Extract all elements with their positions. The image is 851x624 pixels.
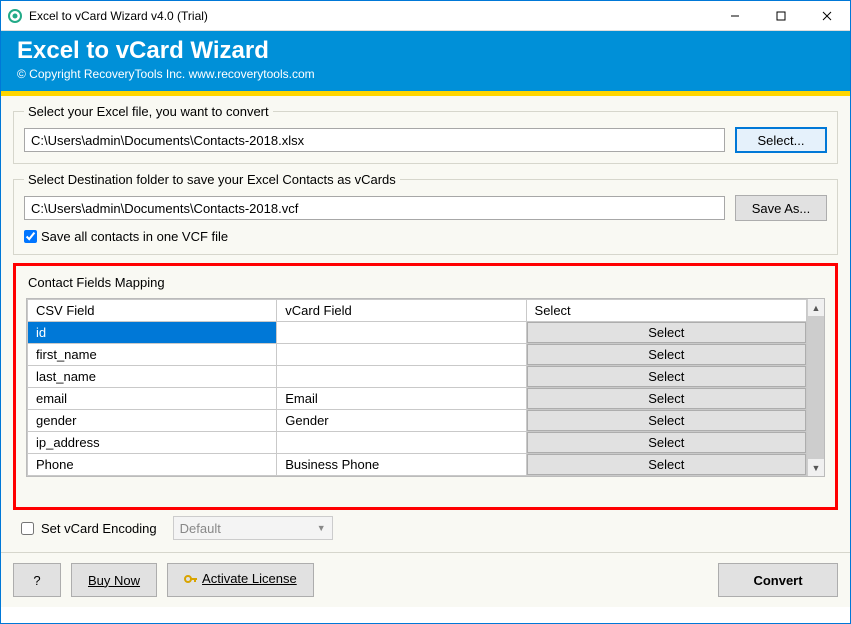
encoding-label: Set vCard Encoding <box>41 521 157 536</box>
scroll-up-icon[interactable]: ▲ <box>808 299 824 316</box>
table-row[interactable]: genderGenderSelect <box>28 410 807 432</box>
row-select-button[interactable]: Select <box>527 432 806 453</box>
source-fieldset: Select your Excel file, you want to conv… <box>13 104 838 164</box>
encoding-combo[interactable]: Default ▼ <box>173 516 333 540</box>
encoding-checkbox-wrap: Set vCard Encoding <box>17 519 157 538</box>
mapping-legend: Contact Fields Mapping <box>28 275 825 290</box>
csv-cell: id <box>28 322 277 344</box>
app-header: Excel to vCard Wizard © Copyright Recove… <box>1 31 850 91</box>
csv-cell: first_name <box>28 344 277 366</box>
scroll-thumb[interactable] <box>808 316 824 459</box>
row-select-button[interactable]: Select <box>527 344 806 365</box>
destination-path-input[interactable] <box>24 196 725 220</box>
save-as-button[interactable]: Save As... <box>735 195 827 221</box>
table-scrollbar[interactable]: ▲ ▼ <box>807 299 824 476</box>
chevron-down-icon: ▼ <box>317 523 326 533</box>
table-row[interactable]: last_name Select <box>28 366 807 388</box>
col-csv: CSV Field <box>28 300 277 322</box>
row-select-button[interactable]: Select <box>527 454 806 475</box>
csv-cell: gender <box>28 410 277 432</box>
window-controls <box>712 1 850 30</box>
select-cell: Select <box>526 366 806 388</box>
row-select-button[interactable]: Select <box>527 366 806 387</box>
window-title: Excel to vCard Wizard v4.0 (Trial) <box>29 9 712 23</box>
select-cell: Select <box>526 322 806 344</box>
row-select-button[interactable]: Select <box>527 322 806 343</box>
vcard-cell <box>277 322 526 344</box>
table-row[interactable]: PhoneBusiness PhoneSelect <box>28 454 807 476</box>
buy-now-button[interactable]: Buy Now <box>71 563 157 597</box>
col-vcard: vCard Field <box>277 300 526 322</box>
save-one-vcf-label: Save all contacts in one VCF file <box>41 229 228 244</box>
destination-fieldset: Select Destination folder to save your E… <box>13 172 838 255</box>
convert-button[interactable]: Convert <box>718 563 838 597</box>
csv-cell: Phone <box>28 454 277 476</box>
table-row[interactable]: ip_address Select <box>28 432 807 454</box>
app-title: Excel to vCard Wizard <box>17 37 834 65</box>
content-area: Select your Excel file, you want to conv… <box>1 96 850 552</box>
vcard-cell <box>277 432 526 454</box>
save-one-vcf-checkbox[interactable] <box>24 230 37 243</box>
table-row[interactable]: emailEmailSelect <box>28 388 807 410</box>
maximize-button[interactable] <box>758 1 804 30</box>
table-row[interactable]: first_name Select <box>28 344 807 366</box>
select-cell: Select <box>526 432 806 454</box>
vcard-cell <box>277 344 526 366</box>
csv-cell: last_name <box>28 366 277 388</box>
app-icon <box>7 8 23 24</box>
copyright-text: © Copyright RecoveryTools Inc. www.recov… <box>17 67 834 81</box>
vcard-cell: Business Phone <box>277 454 526 476</box>
encoding-value: Default <box>180 521 221 536</box>
select-cell: Select <box>526 454 806 476</box>
minimize-button[interactable] <box>712 1 758 30</box>
destination-legend: Select Destination folder to save your E… <box>24 172 400 187</box>
vcard-cell: Gender <box>277 410 526 432</box>
titlebar: Excel to vCard Wizard v4.0 (Trial) <box>1 1 850 31</box>
row-select-button[interactable]: Select <box>527 388 806 409</box>
select-cell: Select <box>526 388 806 410</box>
vcard-cell: Email <box>277 388 526 410</box>
table-header-row: CSV Field vCard Field Select <box>28 300 807 322</box>
csv-cell: ip_address <box>28 432 277 454</box>
select-source-button[interactable]: Select... <box>735 127 827 153</box>
mapping-table: CSV Field vCard Field Select idSelectfir… <box>27 299 807 476</box>
csv-cell: email <box>28 388 277 410</box>
col-select: Select <box>526 300 806 322</box>
source-legend: Select your Excel file, you want to conv… <box>24 104 273 119</box>
row-select-button[interactable]: Select <box>527 410 806 431</box>
vcard-cell <box>277 366 526 388</box>
scroll-down-icon[interactable]: ▼ <box>808 459 824 476</box>
close-button[interactable] <box>804 1 850 30</box>
mapping-fieldset: Contact Fields Mapping CSV Field vCard F… <box>13 263 838 510</box>
encoding-checkbox[interactable] <box>21 522 34 535</box>
source-path-input[interactable] <box>24 128 725 152</box>
mapping-table-wrap: CSV Field vCard Field Select idSelectfir… <box>26 298 825 477</box>
footer: ? Buy Now Activate License Convert <box>1 552 850 607</box>
select-cell: Select <box>526 344 806 366</box>
activate-license-button[interactable]: Activate License <box>167 563 314 597</box>
select-cell: Select <box>526 410 806 432</box>
table-row[interactable]: id Select <box>28 322 807 344</box>
help-button[interactable]: ? <box>13 563 61 597</box>
key-icon <box>184 572 198 589</box>
encoding-row: Set vCard Encoding Default ▼ <box>13 510 838 552</box>
